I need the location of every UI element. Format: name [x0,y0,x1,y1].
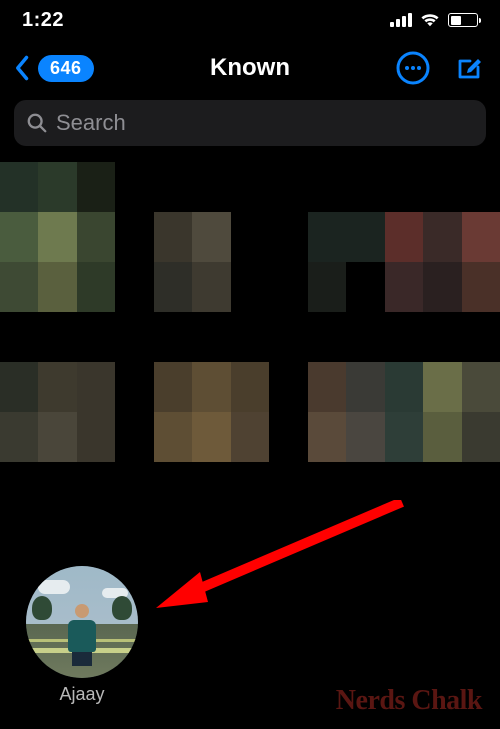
cellular-icon [390,13,412,27]
contact-item[interactable]: Ajaay [26,566,138,705]
contact-name: Ajaay [59,684,104,705]
wifi-icon [420,13,440,27]
unread-badge: 646 [38,55,94,82]
status-indicators [390,13,478,27]
search-icon [26,112,48,134]
pixelated-content [0,162,500,512]
status-bar: 1:22 [0,0,500,40]
compose-button[interactable] [452,51,486,85]
search-placeholder: Search [56,110,126,136]
nav-bar: 646 Known [0,40,500,96]
compose-icon [454,53,484,83]
status-time: 1:22 [22,9,64,32]
chevron-left-icon [14,54,32,82]
annotation-arrow [152,500,412,620]
more-button[interactable] [396,51,430,85]
watermark: Nerds Chalk [336,685,482,717]
search-input[interactable]: Search [14,100,486,146]
ellipsis-circle-icon [396,51,430,85]
back-button[interactable]: 646 [14,54,94,82]
avatar [26,566,138,678]
battery-icon [448,13,478,27]
